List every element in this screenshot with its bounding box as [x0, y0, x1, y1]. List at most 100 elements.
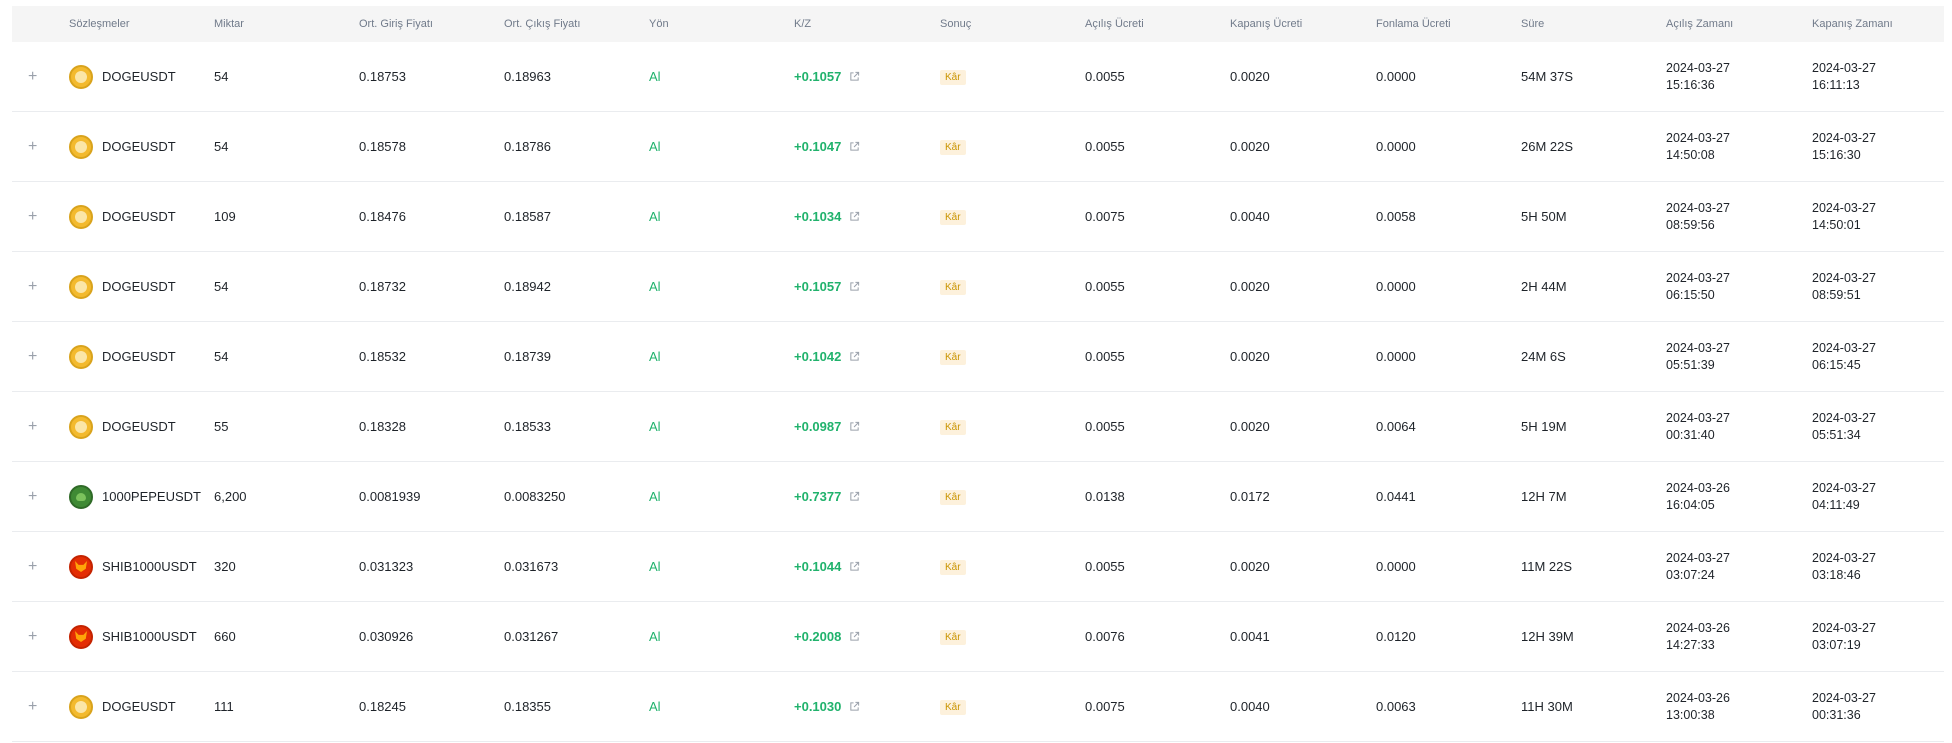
symbol-label[interactable]: SHIB1000USDT [102, 629, 197, 644]
funding-fee-cell: 0.0000 [1376, 559, 1416, 574]
table-row[interactable]: + DOGEUSDT 54 0.18532 0.18739 Al +0.1042… [12, 322, 1944, 392]
open-time-cell: 2024-03-27 00:31:40 [1666, 410, 1812, 444]
close-time-cell: 2024-03-27 05:51:34 [1812, 410, 1952, 444]
table-row[interactable]: + DOGEUSDT 55 0.18328 0.18533 Al +0.0987… [12, 392, 1944, 462]
table-row[interactable]: + SHIB1000USDT 660 0.030926 0.031267 Al … [12, 602, 1944, 672]
open-fee-cell: 0.0138 [1085, 489, 1125, 504]
expand-icon[interactable]: + [28, 138, 37, 155]
doge-coin-icon [69, 274, 93, 299]
avg-entry-cell: 0.18532 [359, 349, 406, 364]
funding-fee-cell: 0.0058 [1376, 209, 1416, 224]
header-result[interactable]: Sonuç [940, 18, 1085, 30]
header-avg-entry[interactable]: Ort. Giriş Fiyatı [359, 18, 504, 30]
expand-icon[interactable]: + [28, 628, 37, 645]
quantity-cell: 54 [214, 279, 229, 294]
external-link-icon[interactable] [849, 491, 860, 502]
open-time-cell: 2024-03-27 05:51:39 [1666, 340, 1812, 374]
external-link-icon[interactable] [849, 71, 860, 82]
external-link-icon[interactable] [849, 421, 860, 432]
pnl-value: +0.1047 [794, 139, 842, 154]
result-badge: Kâr [940, 700, 966, 715]
funding-fee-cell: 0.0000 [1376, 69, 1416, 84]
external-link-icon[interactable] [849, 351, 860, 362]
header-open-fee[interactable]: Açılış Ücreti [1085, 18, 1230, 30]
result-badge: Kâr [940, 140, 966, 155]
funding-fee-cell: 0.0120 [1376, 629, 1416, 644]
table-row[interactable]: + DOGEUSDT 54 0.18732 0.18942 Al +0.1057… [12, 252, 1944, 322]
pnl-value: +0.1042 [794, 349, 842, 364]
table-row[interactable]: + 1000PEPEUSDT 6,200 0.0081939 0.0083250… [12, 462, 1944, 532]
external-link-icon[interactable] [849, 211, 860, 222]
expand-icon[interactable]: + [28, 278, 37, 295]
symbol-label[interactable]: DOGEUSDT [102, 139, 176, 154]
header-quantity[interactable]: Miktar [214, 18, 359, 30]
external-link-icon[interactable] [849, 701, 860, 712]
avg-entry-cell: 0.18578 [359, 139, 406, 154]
symbol-label[interactable]: 1000PEPEUSDT [102, 489, 201, 504]
header-funding-fee[interactable]: Fonlama Ücreti [1376, 18, 1521, 30]
header-avg-exit[interactable]: Ort. Çıkış Fiyatı [504, 18, 649, 30]
symbol-label[interactable]: DOGEUSDT [102, 699, 176, 714]
expand-icon[interactable]: + [28, 488, 37, 505]
symbol-label[interactable]: SHIB1000USDT [102, 559, 197, 574]
close-date: 2024-03-27 [1812, 620, 1876, 635]
duration-cell: 11M 22S [1521, 559, 1573, 574]
doge-coin-icon [69, 64, 93, 89]
open-time-cell: 2024-03-27 15:16:36 [1666, 60, 1812, 94]
doge-coin-icon [69, 414, 93, 439]
header-contracts[interactable]: Sözleşmeler [69, 18, 214, 30]
open-time-cell: 2024-03-27 03:07:24 [1666, 550, 1812, 584]
table-row[interactable]: + DOGEUSDT 109 0.18476 0.18587 Al +0.103… [12, 182, 1944, 252]
expand-icon[interactable]: + [28, 208, 37, 225]
symbol-label[interactable]: DOGEUSDT [102, 69, 176, 84]
symbol-label[interactable]: DOGEUSDT [102, 279, 176, 294]
open-clock: 14:50:08 [1666, 147, 1715, 162]
open-date: 2024-03-26 [1666, 690, 1730, 705]
symbol-label[interactable]: DOGEUSDT [102, 419, 176, 434]
expand-icon[interactable]: + [28, 68, 37, 85]
expand-icon[interactable]: + [28, 698, 37, 715]
avg-exit-cell: 0.18942 [504, 279, 551, 294]
avg-entry-cell: 0.18732 [359, 279, 406, 294]
close-date: 2024-03-27 [1812, 130, 1876, 145]
open-time-cell: 2024-03-26 16:04:05 [1666, 480, 1812, 514]
expand-icon[interactable]: + [28, 558, 37, 575]
symbol-label[interactable]: DOGEUSDT [102, 349, 176, 364]
external-link-icon[interactable] [849, 141, 860, 152]
external-link-icon[interactable] [849, 281, 860, 292]
close-clock: 03:18:46 [1812, 567, 1861, 582]
header-side[interactable]: Yön [649, 18, 794, 30]
open-fee-cell: 0.0075 [1085, 699, 1125, 714]
header-pnl[interactable]: K/Z [794, 18, 940, 30]
table-row[interactable]: + DOGEUSDT 54 0.18578 0.18786 Al +0.1047… [12, 112, 1944, 182]
close-clock: 03:07:19 [1812, 637, 1861, 652]
avg-exit-cell: 0.18786 [504, 139, 551, 154]
close-time-cell: 2024-03-27 03:18:46 [1812, 550, 1952, 584]
table-row[interactable]: + DOGEUSDT 111 0.18245 0.18355 Al +0.103… [12, 672, 1944, 742]
header-close-time[interactable]: Kapanış Zamanı [1812, 18, 1952, 30]
table-row[interactable]: + SHIB1000USDT 320 0.031323 0.031673 Al … [12, 532, 1944, 602]
side-cell: Al [649, 139, 661, 154]
avg-entry-cell: 0.18476 [359, 209, 406, 224]
header-open-time[interactable]: Açılış Zamanı [1666, 18, 1812, 30]
side-cell: Al [649, 349, 661, 364]
duration-cell: 12H 7M [1521, 489, 1567, 504]
quantity-cell: 6,200 [214, 489, 247, 504]
close-clock: 16:11:13 [1812, 77, 1860, 92]
doge-coin-icon [69, 694, 93, 719]
duration-cell: 24M 6S [1521, 349, 1566, 364]
open-clock: 00:31:40 [1666, 427, 1715, 442]
open-date: 2024-03-27 [1666, 340, 1730, 355]
quantity-cell: 111 [214, 699, 234, 714]
expand-icon[interactable]: + [28, 418, 37, 435]
open-date: 2024-03-27 [1666, 130, 1730, 145]
side-cell: Al [649, 559, 661, 574]
expand-icon[interactable]: + [28, 348, 37, 365]
header-close-fee[interactable]: Kapanış Ücreti [1230, 18, 1376, 30]
table-row[interactable]: + DOGEUSDT 54 0.18753 0.18963 Al +0.1057… [12, 42, 1944, 112]
symbol-label[interactable]: DOGEUSDT [102, 209, 176, 224]
close-fee-cell: 0.0041 [1230, 629, 1270, 644]
external-link-icon[interactable] [849, 561, 860, 572]
header-duration[interactable]: Süre [1521, 18, 1666, 30]
external-link-icon[interactable] [849, 631, 860, 642]
